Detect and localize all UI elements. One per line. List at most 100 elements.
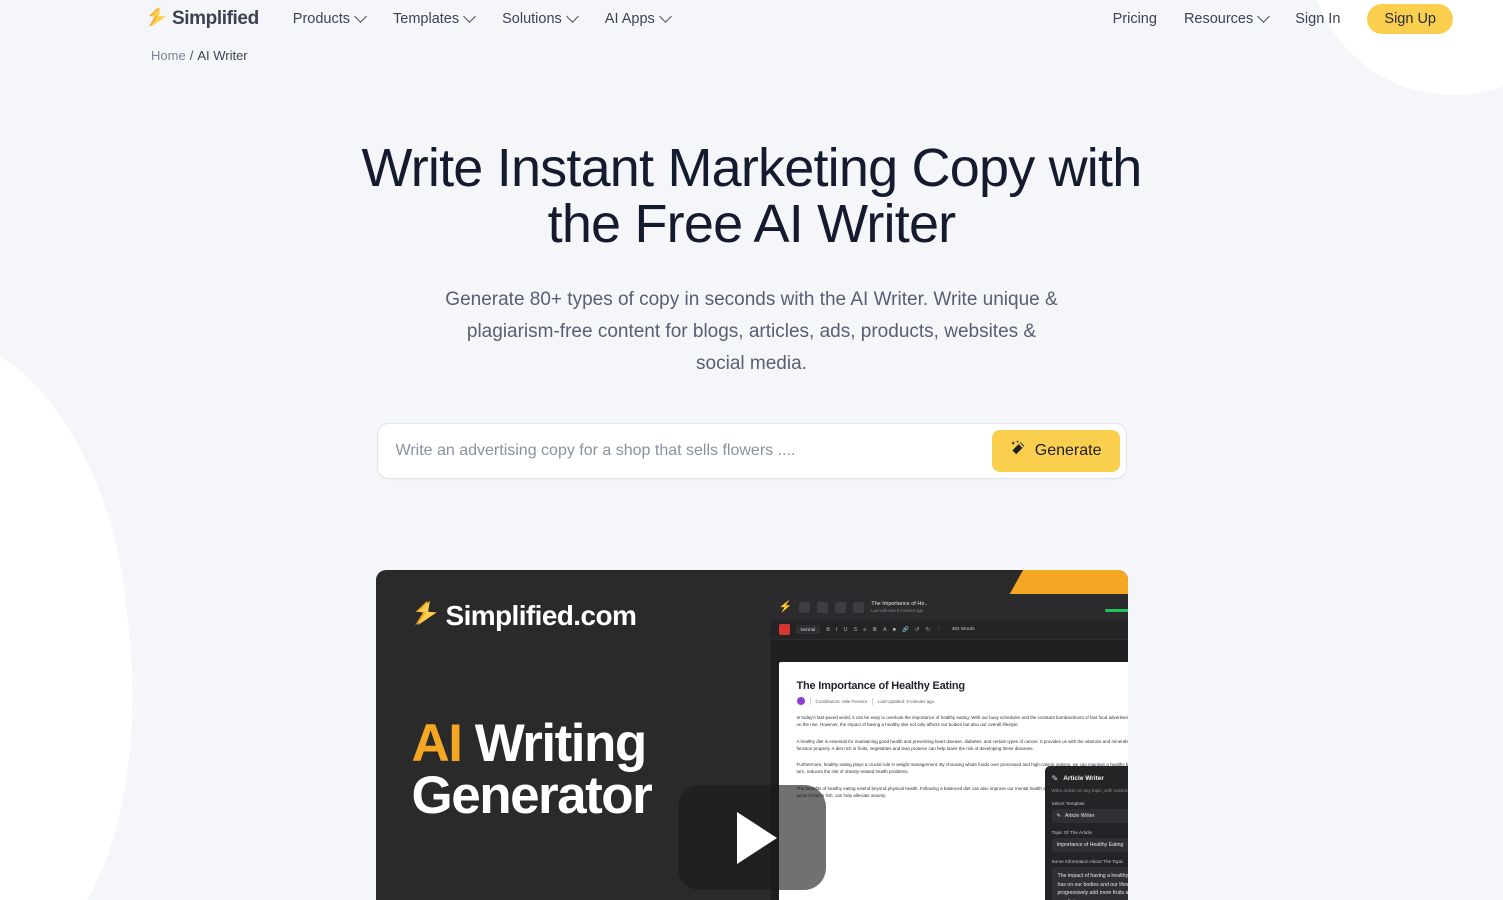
mock-word-count: 482 Words: [951, 627, 975, 633]
sign-up-button[interactable]: Sign Up: [1367, 4, 1453, 34]
nav-item-pricing[interactable]: Pricing: [1113, 11, 1157, 27]
panel-description: Write article on any topic, with custom …: [1051, 787, 1128, 793]
panel-title: Article Writer: [1063, 774, 1104, 782]
panel-header: ✎ Article Writer ▴: [1052, 774, 1128, 783]
copy-icon: [835, 601, 847, 613]
more-icon: ⋮: [936, 626, 942, 633]
brand-name: Simplified: [172, 8, 259, 29]
video-headline: AI Writing Generator: [411, 717, 653, 825]
chevron-down-icon: [354, 9, 367, 23]
mock-editor-toolbar: Normal B I U S ≡ ≣ A ■ 🔗 ↺ ↻ ⋮ 482 Words: [770, 620, 1128, 641]
topic-input[interactable]: Importance of Healthy Eating: [1051, 837, 1128, 852]
sign-in-label: Sign In: [1295, 11, 1341, 27]
chevron-down-icon: [463, 9, 476, 23]
mock-article-meta: Contributors: Vale Ferreira Last Updated…: [796, 697, 1128, 706]
breadcrumb-separator: /: [189, 48, 194, 63]
nav-item-templates[interactable]: Templates: [393, 9, 476, 27]
chevron-down-icon: [658, 9, 672, 23]
page-root: Simplified Products Templates Solutions …: [0, 0, 1503, 900]
mock-contributors: Contributors: Vale Ferreira: [815, 698, 867, 704]
mock-app-icon: [778, 624, 790, 636]
breadcrumb-home[interactable]: Home: [151, 48, 186, 63]
template-select[interactable]: ✎ Article Writer ▾: [1051, 808, 1128, 823]
bolt-icon: ⚡: [778, 600, 793, 613]
mock-credits-text: 1835 / 352000 credits used: [1105, 602, 1128, 607]
link-icon: 🔗: [902, 626, 909, 633]
hero-section: Write Instant Marketing Copy with the Fr…: [0, 63, 1503, 480]
mock-credits-bar: [1104, 609, 1128, 613]
prompt-search-bar: Generate: [376, 423, 1127, 480]
mock-doc-subtitle: Last edit was 0 minutes ago: [871, 608, 924, 613]
divider: [871, 697, 873, 705]
mock-style-select: Normal: [795, 625, 821, 635]
back-icon: [799, 601, 811, 613]
mock-doc-title-group: The Importance of He.. Last edit was 0 m…: [871, 600, 927, 615]
page-title: Write Instant Marketing Copy with the Fr…: [361, 138, 1143, 255]
article-writer-panel: ✎ Article Writer ▴ Write article on any …: [1044, 765, 1128, 900]
info-textarea[interactable]: The impact of having a healthy diet, the…: [1051, 866, 1128, 900]
redo-icon: ↻: [925, 626, 931, 633]
align-icon: ≣: [872, 626, 877, 633]
hero-subtitle: Generate 80+ types of copy in seconds wi…: [445, 289, 1058, 375]
demo-video-card[interactable]: Simplified.com AI Writing Generator ⚡ Th…: [375, 570, 1128, 900]
nav-label: Products: [292, 11, 351, 27]
generate-button-label: Generate: [1034, 442, 1102, 460]
mock-credits: 1835 / 352000 credits used: [1104, 602, 1128, 613]
mock-paragraph: A healthy diet is essential for maintain…: [796, 738, 1128, 751]
video-headline-line2: Generator: [411, 765, 653, 825]
sign-in-link[interactable]: Sign In: [1295, 11, 1340, 27]
mock-paragraph: In today's fast-paced world, it can be e…: [796, 715, 1128, 728]
site-header: Simplified Products Templates Solutions …: [0, 0, 1503, 38]
primary-navigation: Products Templates Solutions AI Apps: [292, 9, 672, 27]
select-template-label: Select Template: [1051, 800, 1085, 806]
divider: [809, 697, 811, 705]
strikethrough-icon: S: [853, 626, 858, 633]
video-brand-logo: Simplified.com: [412, 599, 637, 632]
chevron-down-icon: [565, 9, 579, 23]
magic-wand-icon: [1010, 440, 1027, 462]
underline-icon: U: [843, 626, 848, 633]
video-brand-name: Simplified.com: [445, 599, 637, 631]
highlight-icon: ■: [892, 626, 896, 633]
history-icon: [817, 601, 829, 613]
nav-item-ai-apps[interactable]: AI Apps: [604, 9, 672, 27]
mock-topbar: ⚡ The Importance of He.. Last edit was 0…: [770, 594, 1128, 621]
prompt-input[interactable]: [385, 432, 992, 471]
breadcrumb: Home / AI Writer: [0, 38, 1503, 63]
settings-icon: [853, 601, 865, 613]
nav-item-products[interactable]: Products: [292, 9, 367, 27]
nav-label: Templates: [393, 11, 460, 27]
video-headline-accent: AI: [411, 714, 464, 774]
italic-icon: I: [835, 626, 838, 633]
selected-template: Article Writer: [1064, 812, 1095, 819]
bold-icon: B: [826, 626, 830, 633]
text-color-icon: A: [883, 626, 887, 633]
nav-item-resources[interactable]: Resources: [1183, 9, 1271, 27]
nav-label: Resources: [1183, 11, 1254, 27]
simplified-bolt-logo-icon: [146, 6, 167, 33]
nav-label: Pricing: [1112, 11, 1157, 27]
nav-label: Solutions: [502, 11, 562, 27]
info-label: Some Information About The Topic: [1051, 858, 1124, 864]
nav-label: AI Apps: [604, 11, 655, 27]
nav-item-solutions[interactable]: Solutions: [502, 9, 579, 27]
secondary-navigation: Pricing Resources Sign In Sign Up: [1113, 4, 1453, 34]
undo-icon: ↺: [914, 626, 920, 633]
list-icon: ≡: [863, 626, 867, 633]
pencil-icon: ✎: [1051, 773, 1059, 783]
video-headline-rest: Writing: [461, 714, 648, 774]
avatar: [796, 697, 805, 706]
chevron-down-icon: [1257, 9, 1271, 23]
brand-logo[interactable]: Simplified: [146, 6, 259, 33]
topic-label: Topic Of The Article: [1051, 829, 1093, 835]
topic-label-row: Topic Of The Article 4/20 Words: [1052, 830, 1128, 835]
generate-button[interactable]: Generate: [991, 430, 1120, 473]
mock-article-title: The Importance of Healthy Eating: [796, 680, 966, 693]
mock-last-updated: Last Updated: 0 minutes ago: [877, 698, 935, 704]
mock-doc-title: The Importance of He..: [871, 600, 928, 607]
play-button[interactable]: [677, 785, 826, 891]
simplified-bolt-logo-icon: [412, 599, 438, 632]
play-triangle-icon: [736, 811, 777, 864]
breadcrumb-current: AI Writer: [197, 48, 248, 63]
pencil-icon: ✎: [1056, 812, 1061, 819]
